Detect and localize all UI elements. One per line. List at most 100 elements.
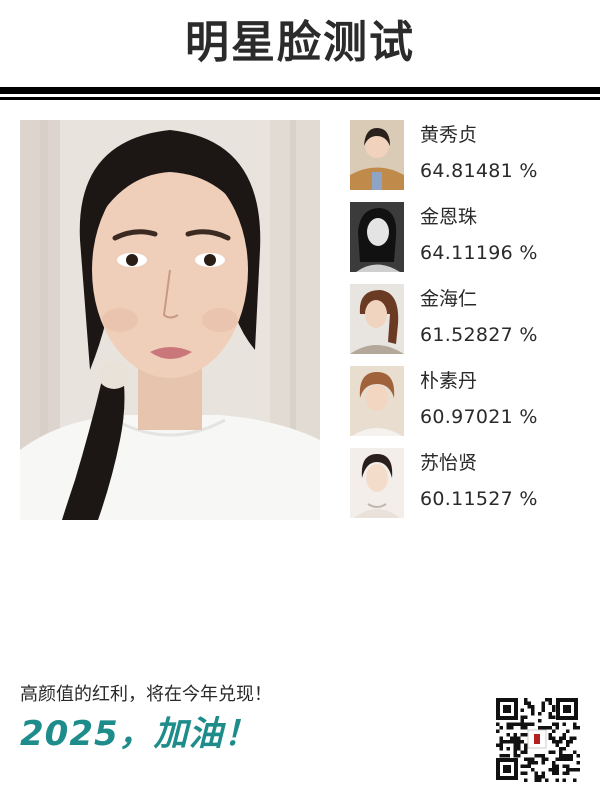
match-avatar bbox=[350, 366, 404, 436]
match-item[interactable]: 朴素丹 60.97021 % bbox=[350, 366, 590, 436]
qr-module bbox=[538, 712, 542, 716]
qr-module bbox=[520, 726, 524, 730]
qr-module bbox=[499, 754, 503, 758]
qr-module bbox=[552, 761, 556, 765]
qr-module bbox=[510, 736, 514, 740]
slogan-text: 高颜值的红利，将在今年兑现！ bbox=[20, 684, 272, 705]
qr-module bbox=[520, 733, 524, 737]
qr-module bbox=[527, 764, 531, 768]
qr-module bbox=[520, 764, 524, 768]
qr-module bbox=[548, 733, 552, 737]
match-score: 60.97021 % bbox=[420, 406, 538, 428]
qr-module bbox=[531, 722, 535, 726]
qr-module bbox=[531, 761, 535, 765]
qr-module bbox=[513, 736, 517, 740]
qr-module bbox=[513, 747, 517, 751]
qr-module bbox=[534, 778, 538, 782]
qr-module bbox=[566, 768, 570, 772]
qr-module bbox=[552, 768, 556, 772]
qr-module bbox=[548, 768, 552, 772]
qr-module bbox=[555, 722, 559, 726]
qr-module bbox=[576, 768, 580, 772]
qr-module bbox=[520, 740, 524, 744]
qr-module bbox=[573, 768, 577, 772]
qr-module bbox=[517, 747, 521, 751]
qr-module bbox=[555, 743, 559, 747]
match-avatar bbox=[350, 284, 404, 354]
qr-module bbox=[552, 708, 556, 712]
qr-module bbox=[559, 757, 563, 761]
qr-module bbox=[496, 743, 500, 747]
qr-module bbox=[541, 754, 545, 758]
qr-module bbox=[531, 712, 535, 716]
qr-module bbox=[524, 778, 528, 782]
match-item[interactable]: 黄秀贞 64.81481 % bbox=[350, 120, 590, 190]
match-name: 苏怡贤 bbox=[420, 452, 478, 474]
qr-module bbox=[566, 740, 570, 744]
qr-module bbox=[520, 771, 524, 775]
qr-module bbox=[573, 750, 577, 754]
qr-module bbox=[541, 771, 545, 775]
qr-module bbox=[503, 754, 507, 758]
match-name: 金恩珠 bbox=[420, 206, 478, 228]
qr-module bbox=[548, 701, 552, 705]
match-avatar bbox=[350, 202, 404, 272]
qr-module bbox=[520, 719, 524, 723]
qr-module bbox=[559, 747, 563, 751]
match-avatar bbox=[350, 448, 404, 518]
qr-module bbox=[541, 701, 545, 705]
qr-module bbox=[573, 736, 577, 740]
qr-module bbox=[562, 736, 566, 740]
qr-module bbox=[534, 775, 538, 779]
qr-module bbox=[513, 750, 517, 754]
qr-module bbox=[524, 743, 528, 747]
qr-module bbox=[552, 771, 556, 775]
qr-module bbox=[541, 761, 545, 765]
qr-module bbox=[520, 715, 524, 719]
qr-module bbox=[520, 708, 524, 712]
match-avatar bbox=[350, 120, 404, 190]
match-score: 61.52827 % bbox=[420, 324, 538, 346]
qr-module bbox=[538, 726, 542, 730]
qr-module bbox=[496, 729, 500, 733]
qr-module bbox=[496, 722, 500, 726]
qr-module bbox=[517, 736, 521, 740]
qr-module bbox=[524, 747, 528, 751]
qr-module bbox=[506, 722, 510, 726]
match-item[interactable]: 金恩珠 64.11196 % bbox=[350, 202, 590, 272]
qr-module bbox=[517, 740, 521, 744]
match-score: 64.11196 % bbox=[420, 242, 538, 264]
qr-module bbox=[555, 726, 559, 730]
qr-module bbox=[538, 778, 542, 782]
match-item[interactable]: 金海仁 61.52827 % bbox=[350, 284, 590, 354]
qr-module bbox=[555, 757, 559, 761]
qr-module bbox=[569, 740, 573, 744]
qr-module bbox=[541, 705, 545, 709]
qr-module bbox=[524, 701, 528, 705]
qr-module bbox=[548, 698, 552, 702]
match-name: 金海仁 bbox=[420, 288, 478, 310]
qr-module bbox=[524, 771, 528, 775]
qr-code-icon[interactable] bbox=[494, 696, 580, 782]
qr-module bbox=[573, 722, 577, 726]
qr-module bbox=[559, 754, 563, 758]
qr-module bbox=[499, 736, 503, 740]
qr-module bbox=[531, 708, 535, 712]
qr-module bbox=[573, 778, 577, 782]
qr-module bbox=[552, 736, 556, 740]
qr-module bbox=[524, 757, 528, 761]
qr-module bbox=[541, 775, 545, 779]
qr-module bbox=[545, 757, 549, 761]
qr-module bbox=[499, 747, 503, 751]
qr-module bbox=[524, 750, 528, 754]
qr-module bbox=[559, 740, 563, 744]
header-divider-thin bbox=[0, 97, 600, 100]
qr-module bbox=[555, 740, 559, 744]
qr-module bbox=[552, 722, 556, 726]
qr-module bbox=[562, 757, 566, 761]
qr-module bbox=[548, 736, 552, 740]
match-item[interactable]: 苏怡贤 60.11527 % bbox=[350, 448, 590, 518]
match-name: 朴素丹 bbox=[420, 370, 478, 392]
qr-module bbox=[527, 757, 531, 761]
match-score: 64.81481 % bbox=[420, 160, 538, 182]
